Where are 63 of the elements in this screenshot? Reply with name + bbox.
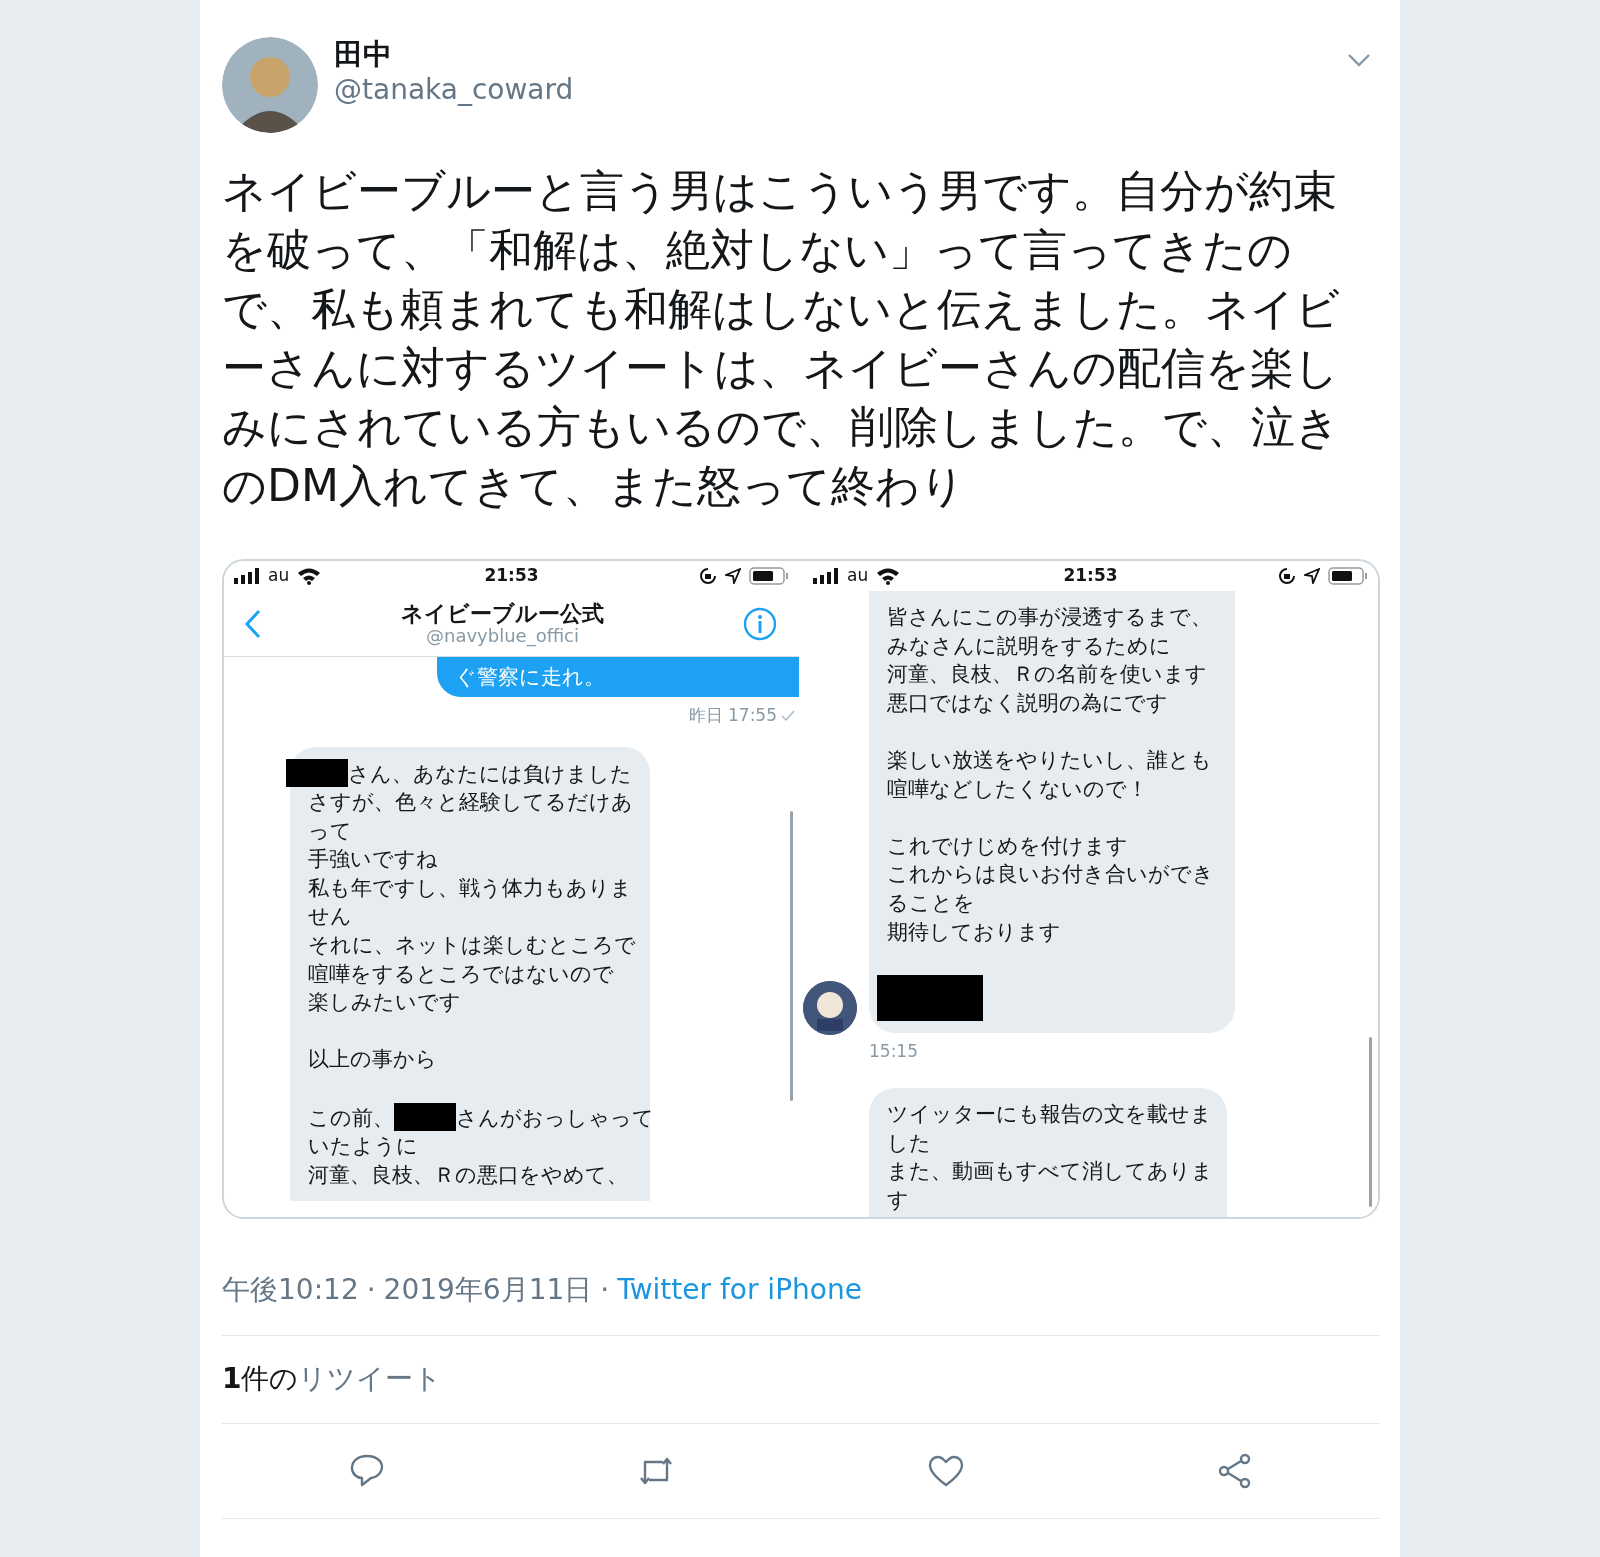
retweet-count: 1件の [222,1362,299,1395]
message-text: 手強いですね [308,847,438,872]
message-text: ることを [887,890,975,915]
message-text: 以上の事から [308,1047,437,1072]
message-text: それに、ネットは楽しむところで [308,933,636,958]
author-handle: @tanaka_coward [334,71,575,108]
redaction-block [394,1102,456,1131]
message-text: す [887,1188,909,1212]
timestamp-text: 2019年6月11日 [383,1272,593,1308]
timestamp-text: 午後10:12 [222,1272,359,1308]
orientation-lock-icon [1278,567,1296,585]
message-text: した [887,1130,931,1155]
message-text: また、動画もすべて消してありま [887,1159,1213,1184]
bot-avatar [803,980,857,1035]
message-text: これからは良いお付き合いができ [887,862,1214,887]
message-text: この前、 [308,1105,394,1130]
message-text: 皆さんにこの事が浸透するまで、 [887,605,1212,629]
status-time: 21:53 [1063,564,1118,588]
orientation-lock-icon [699,567,717,585]
wifi-icon [297,567,322,585]
conversation-handle: @navyblue_offici [425,626,580,647]
message-text: ぐ警察に走れ。 [455,665,605,689]
carrier-name: au [847,564,869,588]
message-text: って [308,818,352,843]
source-link[interactable]: Twitter for iPhone [617,1269,862,1311]
battery-icon [1328,567,1368,585]
message-text: さん、あなたには負けました [348,761,632,786]
message-text: 喧嘩などしたくないので！ [887,776,1148,801]
conversation-title: ネイビーブルー公式 [400,600,605,627]
message-text: 楽しい放送をやりたいし、誰とも [887,747,1212,772]
tweet-text: ネイビーブルーと言う男はこういう男です。自分が約束を破って、「和解は、絶対しない」って言ってきたので、私も頼まれても和解はしないと伝えました。ネイビーさんに対するツイートは、ネイビーさんの配信を楽しみにされている方もいるので、削除しました。で、泣きのDM入れてきて、また怒って終わり [222,164,1341,513]
message-text: ツイッターにも報告の文を載せま [887,1102,1212,1127]
message-text: 期待しております [887,919,1061,944]
location-arrow-icon [1304,568,1320,584]
back-chevron-icon[interactable] [244,608,262,639]
message-text: 河童、良枝、Ｒの悪口をやめて、 [308,1162,628,1187]
signal-icon [234,568,260,584]
signal-icon [813,568,839,584]
message-time: 15:15 [869,1039,918,1063]
author-name: 田中 [334,37,393,72]
retweet-label: リツイート [298,1362,443,1395]
message-text: 河童、良枝、Ｒの名前を使います [887,662,1207,687]
status-time: 21:53 [484,564,539,588]
wifi-icon [876,567,901,585]
carrier-name: au [268,564,290,588]
redaction-block [286,758,348,787]
message-text: 悪口ではなく説明の為にです [887,690,1168,715]
message-text: みなさんに説明をするために [887,633,1171,658]
message-text: さんがおっしゃって [456,1105,654,1130]
message-text: 楽しみたいです [308,990,461,1015]
separator-dot: · [600,1272,610,1308]
message-text: いたように [308,1134,418,1159]
location-arrow-icon [725,568,741,584]
message-text: さすが、色々と経験してるだけあ [308,790,633,815]
message-time: 昨日 17:55 [688,704,777,727]
message-text: 喧嘩をするところではないので [308,961,614,986]
info-icon[interactable] [743,606,777,641]
check-icon [781,709,795,722]
separator-dot: · [366,1272,376,1308]
message-text: これでけじめを付けます [887,833,1128,858]
battery-icon [749,567,789,585]
message-text: せん [308,904,352,929]
message-text: 私も年ですし、戦う体力もありま [308,875,632,900]
